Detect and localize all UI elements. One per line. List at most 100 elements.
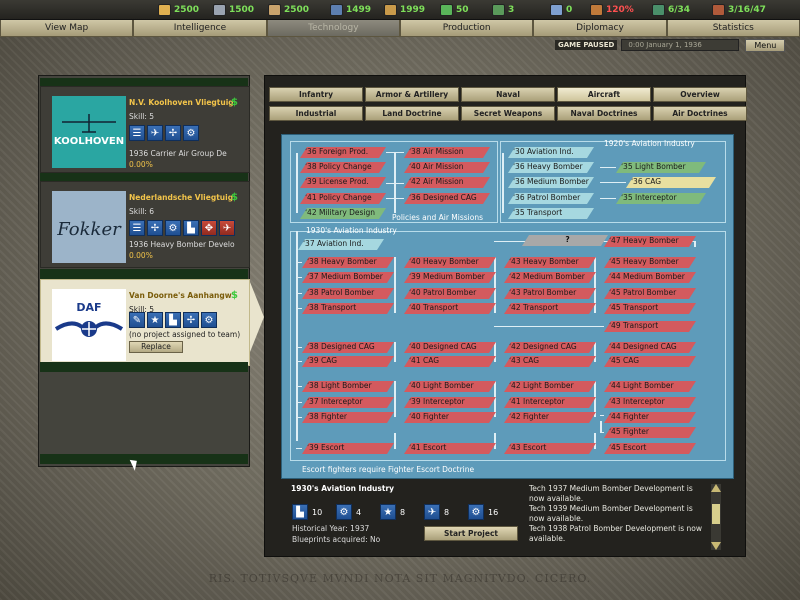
tech-node[interactable]: '44 Light Bomber xyxy=(604,381,696,392)
start-project-button[interactable]: Start Project xyxy=(424,526,518,541)
tech-node[interactable]: '36 Medium Bomber xyxy=(508,177,594,188)
tech-node[interactable]: '42 Military Design xyxy=(300,208,386,219)
tech-node[interactable]: '38 Heavy Bomber xyxy=(302,257,394,268)
tech-node[interactable]: '36 Heavy Bomber xyxy=(508,162,594,173)
tech-node[interactable]: '41 CAG xyxy=(404,356,496,367)
tech-node[interactable]: '40 Light Bomber xyxy=(404,381,496,392)
team-koolhoven[interactable]: KOOLHOVEN N.V. Koolhoven Vliegtuig $ Ski… xyxy=(40,86,250,173)
tech-node[interactable]: '45 CAG xyxy=(604,356,696,367)
message-item: Tech 1938 Patrol Bomber Development is n… xyxy=(529,524,702,543)
tab-secret-weapons[interactable]: Secret Weapons xyxy=(461,106,555,121)
tech-node[interactable]: '38 Air Mission xyxy=(404,147,490,158)
tech-node[interactable]: '36 CAG xyxy=(626,177,716,188)
tech-node[interactable]: '40 Fighter xyxy=(404,412,496,423)
tech-node[interactable]: '35 Transport xyxy=(508,208,594,219)
team-fokker[interactable]: Fokker Nederlandsche Vliegtuig $ Skill: … xyxy=(40,181,250,268)
tech-node[interactable]: '38 Policy Change xyxy=(300,162,386,173)
scroll-thumb[interactable] xyxy=(712,504,720,524)
tech-node[interactable]: '49 Transport xyxy=(604,321,696,332)
oil-icon xyxy=(330,4,343,16)
tab-industrial[interactable]: Industrial xyxy=(269,106,363,121)
tech-node[interactable]: '39 Escort xyxy=(302,443,394,454)
tab-aircraft[interactable]: Aircraft xyxy=(557,87,651,102)
tech-node[interactable]: '39 Medium Bomber xyxy=(404,272,496,283)
connector-line xyxy=(600,198,616,199)
tech-node[interactable]: '39 Interceptor xyxy=(404,397,496,408)
tech-node[interactable]: '42 Fighter xyxy=(504,412,596,423)
tech-node[interactable]: '41 Policy Change xyxy=(300,193,386,204)
connector-line xyxy=(600,182,626,183)
tech-node[interactable]: '45 Fighter xyxy=(604,427,696,438)
tab-air-doctrines[interactable]: Air Doctrines xyxy=(653,106,747,121)
tech-node[interactable]: '35 Light Bomber xyxy=(616,162,706,173)
svg-text:DAF: DAF xyxy=(76,301,101,314)
scroll-up-icon[interactable] xyxy=(711,484,721,492)
tech-node[interactable]: '30 Aviation Ind. xyxy=(508,147,594,158)
tech-node[interactable]: '45 Heavy Bomber xyxy=(604,257,696,268)
tab-land-doctrine[interactable]: Land Doctrine xyxy=(365,106,459,121)
tech-node[interactable]: '42 Transport xyxy=(504,303,596,314)
tech-node[interactable]: '39 CAG xyxy=(302,356,394,367)
tech-node[interactable]: '38 Light Bomber xyxy=(302,381,394,392)
tech-node[interactable]: '45 Transport xyxy=(604,303,696,314)
message-scrollbar[interactable] xyxy=(711,484,721,550)
tech-node[interactable]: '40 Transport xyxy=(404,303,496,314)
tech-node[interactable]: '42 Designed CAG xyxy=(504,342,596,353)
tech-node[interactable]: '43 CAG xyxy=(504,356,596,367)
nav-technology[interactable]: Technology xyxy=(266,20,400,37)
tech-node[interactable]: '43 Heavy Bomber xyxy=(504,257,596,268)
game-status: GAME PAUSED 0:00 January 1, 1936 Menu xyxy=(555,38,795,52)
tech-node[interactable]: '40 Heavy Bomber xyxy=(404,257,496,268)
tech-node[interactable]: '42 Air Mission xyxy=(404,177,490,188)
tab-overview[interactable]: Overview xyxy=(653,87,747,102)
team-daf[interactable]: DAF Van Doorne's Aanhangw $ Skill: 5 ✎ ★… xyxy=(40,279,250,366)
replace-button[interactable]: Replace xyxy=(129,341,183,353)
tech-node[interactable]: '45 Patrol Bomber xyxy=(604,288,696,299)
tech-node[interactable]: '43 Escort xyxy=(504,443,596,454)
tech-node[interactable]: '38 Patrol Bomber xyxy=(302,288,394,299)
tech-node[interactable]: '43 Interceptor xyxy=(604,397,696,408)
tech-node[interactable]: '44 Fighter xyxy=(604,412,696,423)
tech-node[interactable]: '44 Designed CAG xyxy=(604,342,696,353)
tech-node[interactable]: '37 Interceptor xyxy=(302,397,394,408)
tech-node[interactable]: '39 License Prod. xyxy=(300,177,386,188)
tech-node[interactable]: ? xyxy=(522,235,608,246)
tech-node[interactable]: '38 Designed CAG xyxy=(302,342,394,353)
tech-node[interactable]: '45 Escort xyxy=(604,443,696,454)
tech-node[interactable]: '40 Patrol Bomber xyxy=(404,288,496,299)
team-name: Van Doorne's Aanhangw xyxy=(129,291,232,300)
stat-cog: ⚙ 16 xyxy=(468,504,498,520)
tab-infantry[interactable]: Infantry xyxy=(269,87,363,102)
tech-node[interactable]: '44 Medium Bomber xyxy=(604,272,696,283)
nav-statistics[interactable]: Statistics xyxy=(666,20,800,37)
tech-node[interactable]: '43 Patrol Bomber xyxy=(504,288,596,299)
tech-node[interactable]: '47 Heavy Bomber xyxy=(604,236,696,247)
nav-intelligence[interactable]: Intelligence xyxy=(133,20,267,37)
tech-node[interactable]: '37 Medium Bomber xyxy=(302,272,394,283)
tech-node[interactable]: '42 Light Bomber xyxy=(504,381,596,392)
tech-node[interactable]: '42 Medium Bomber xyxy=(504,272,596,283)
menu-button[interactable]: Menu xyxy=(745,38,786,52)
tech-node[interactable]: '40 Designed CAG xyxy=(404,342,496,353)
resource-ic: 3/16/47 xyxy=(712,3,766,17)
tab-naval-doctrines[interactable]: Naval Doctrines xyxy=(557,106,651,121)
nav-diplomacy[interactable]: Diplomacy xyxy=(533,20,667,37)
connector-line xyxy=(394,257,396,313)
scroll-down-icon[interactable] xyxy=(711,542,721,550)
money-icon xyxy=(440,4,453,16)
tech-node[interactable]: '37 Aviation Ind. xyxy=(298,239,384,250)
nav-production[interactable]: Production xyxy=(399,20,534,37)
tab-armor-artillery[interactable]: Armor & Artillery xyxy=(365,87,459,102)
tech-node[interactable]: '36 Patrol Bomber xyxy=(508,193,594,204)
tech-node[interactable]: '35 Interceptor xyxy=(616,193,706,204)
tech-node[interactable]: '38 Fighter xyxy=(302,412,394,423)
svg-text:Fokker: Fokker xyxy=(56,219,122,240)
tech-node[interactable]: '38 Transport xyxy=(302,303,394,314)
tech-node[interactable]: '40 Air Mission xyxy=(404,162,490,173)
nav-view-map[interactable]: View Map xyxy=(0,20,134,37)
tech-node[interactable]: '41 Interceptor xyxy=(504,397,596,408)
tech-node[interactable]: '36 Designed CAG xyxy=(404,193,490,204)
tab-naval[interactable]: Naval xyxy=(461,87,555,102)
tech-node[interactable]: '36 Foreign Prod. xyxy=(300,147,386,158)
tech-node[interactable]: '41 Escort xyxy=(404,443,496,454)
